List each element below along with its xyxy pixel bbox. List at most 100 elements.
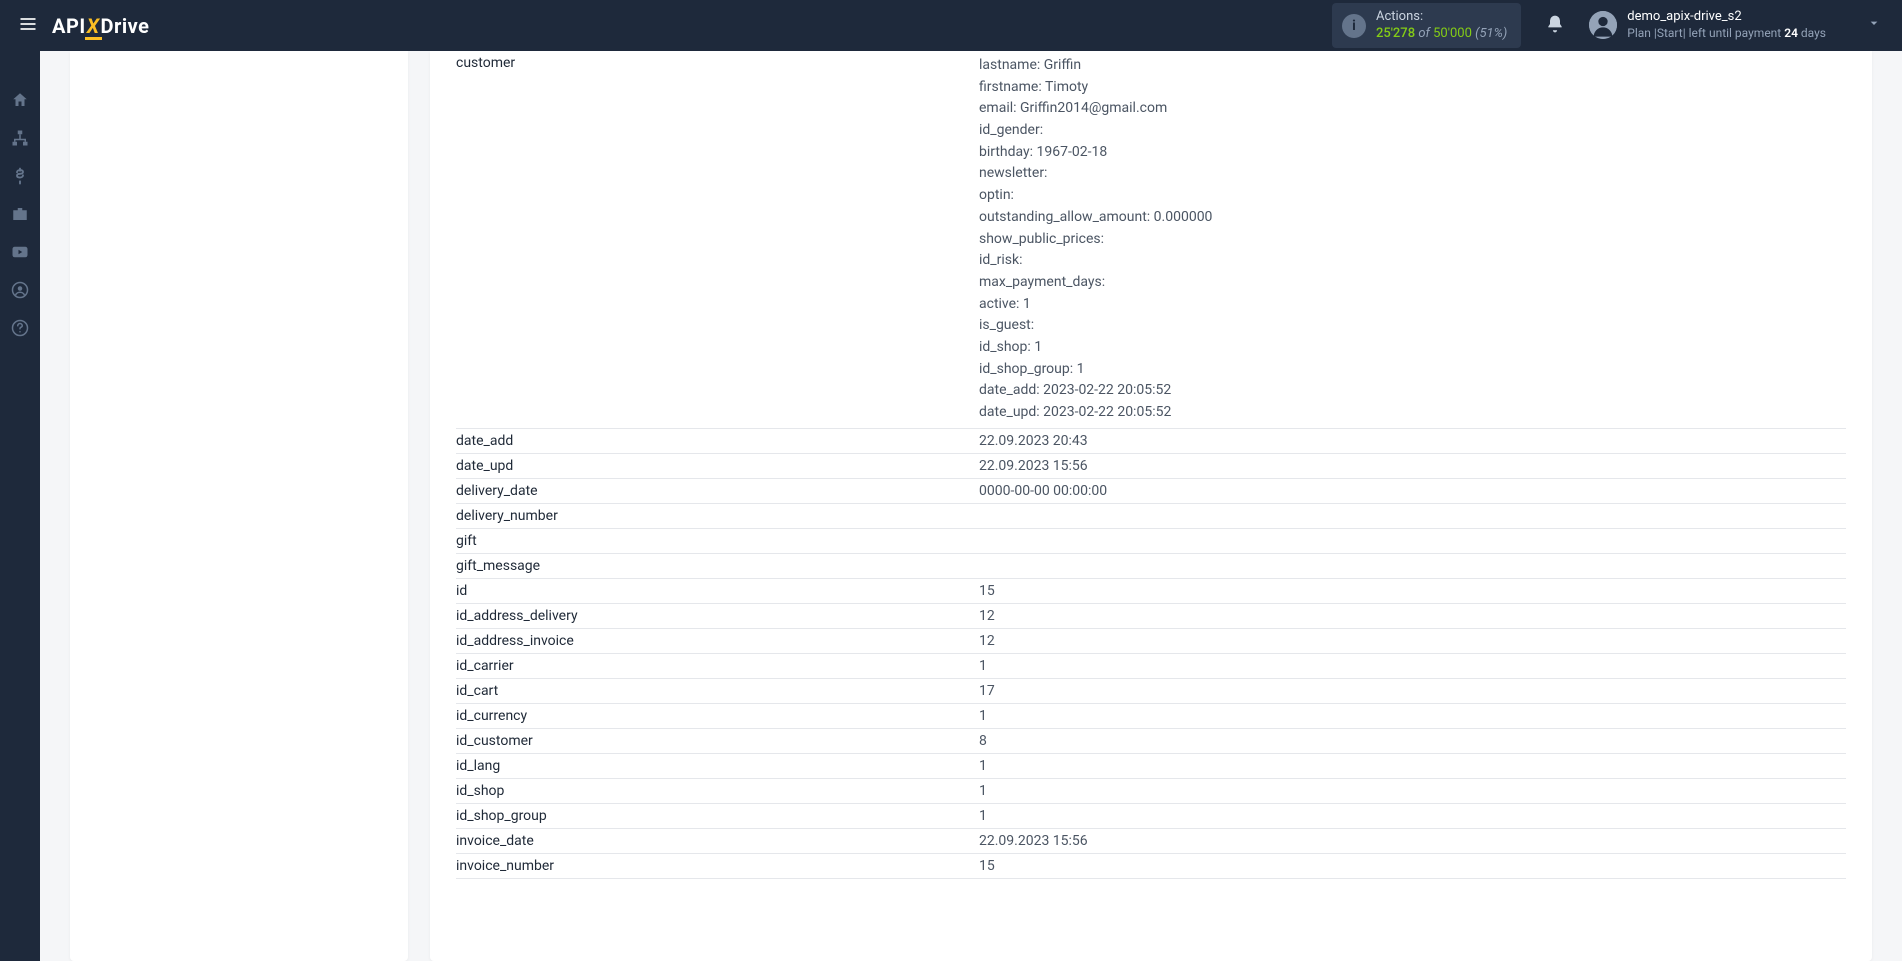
field-key: id_customer xyxy=(456,728,979,753)
info-icon: i xyxy=(1342,14,1366,38)
field-key: id_address_invoice xyxy=(456,628,979,653)
sidebar-item-video[interactable] xyxy=(0,233,40,271)
header: APIXDrive i Actions: 25'278 of 50'000 (5… xyxy=(0,0,1902,51)
field-key: id_shop xyxy=(456,778,979,803)
table-row: invoice_number15 xyxy=(456,853,1846,878)
field-value: 17 xyxy=(979,678,1846,703)
actions-box[interactable]: i Actions: 25'278 of 50'000 (51%) xyxy=(1332,3,1521,49)
table-row: date_add22.09.2023 20:43 xyxy=(456,428,1846,453)
question-icon xyxy=(11,319,29,337)
field-value: 1 xyxy=(979,703,1846,728)
actions-total: 50'000 xyxy=(1433,26,1472,41)
table-row: customerlastname: Griffin firstname: Tim… xyxy=(456,51,1846,428)
right-panel: customerlastname: Griffin firstname: Tim… xyxy=(430,51,1872,961)
field-value: 15 xyxy=(979,578,1846,603)
field-value: 1 xyxy=(979,803,1846,828)
customer-block: lastname: Griffin firstname: Timoty emai… xyxy=(979,55,1846,424)
table-row: delivery_number xyxy=(456,503,1846,528)
field-key: id_lang xyxy=(456,753,979,778)
field-key: gift xyxy=(456,528,979,553)
table-row: id_lang1 xyxy=(456,753,1846,778)
sidebar-item-help[interactable] xyxy=(0,309,40,347)
sitemap-icon xyxy=(11,129,29,147)
hamburger-icon xyxy=(18,14,38,34)
field-key: date_add xyxy=(456,428,979,453)
sidebar-item-home[interactable] xyxy=(0,81,40,119)
field-value xyxy=(979,553,1846,578)
field-value: 1 xyxy=(979,778,1846,803)
notifications-button[interactable] xyxy=(1537,6,1573,45)
actions-pct: (51%) xyxy=(1475,26,1507,41)
field-key: delivery_date xyxy=(456,478,979,503)
sidebar xyxy=(0,51,40,961)
field-key: gift_message xyxy=(456,553,979,578)
table-row: id_address_invoice12 xyxy=(456,628,1846,653)
table-row: invoice_date22.09.2023 15:56 xyxy=(456,828,1846,853)
dollar-icon xyxy=(11,167,29,185)
field-value: 22.09.2023 20:43 xyxy=(979,428,1846,453)
menu-button[interactable] xyxy=(12,8,44,43)
table-row: gift xyxy=(456,528,1846,553)
field-key: invoice_date xyxy=(456,828,979,853)
sidebar-item-account[interactable] xyxy=(0,271,40,309)
field-value: 12 xyxy=(979,628,1846,653)
user-name: demo_apix-drive_s2 xyxy=(1627,9,1826,26)
table-row: id_cart17 xyxy=(456,678,1846,703)
chevron-down-icon xyxy=(1866,15,1882,35)
table-row: id_carrier1 xyxy=(456,653,1846,678)
actions-label: Actions: xyxy=(1376,9,1507,26)
field-key: id xyxy=(456,578,979,603)
field-key: id_currency xyxy=(456,703,979,728)
user-menu[interactable]: demo_apix-drive_s2 Plan |Start| left unt… xyxy=(1581,5,1890,45)
youtube-icon xyxy=(11,243,29,261)
sidebar-item-billing[interactable] xyxy=(0,157,40,195)
field-key: customer xyxy=(456,51,979,428)
field-key: id_shop_group xyxy=(456,803,979,828)
field-value: 1 xyxy=(979,753,1846,778)
field-value: 8 xyxy=(979,728,1846,753)
table-row: id_address_delivery12 xyxy=(456,603,1846,628)
field-value xyxy=(979,503,1846,528)
user-circle-icon xyxy=(11,281,29,299)
field-value: 22.09.2023 15:56 xyxy=(979,828,1846,853)
table-row: id_shop1 xyxy=(456,778,1846,803)
bell-icon xyxy=(1545,14,1565,34)
briefcase-icon xyxy=(11,205,29,223)
field-key: id_carrier xyxy=(456,653,979,678)
table-row: id_currency1 xyxy=(456,703,1846,728)
field-key: delivery_number xyxy=(456,503,979,528)
table-row: gift_message xyxy=(456,553,1846,578)
user-plan: Plan |Start| left until payment 24 days xyxy=(1627,26,1826,42)
logo-drive: Drive xyxy=(101,14,150,38)
table-row: date_upd22.09.2023 15:56 xyxy=(456,453,1846,478)
logo-x: X xyxy=(87,14,100,38)
sidebar-item-connections[interactable] xyxy=(0,119,40,157)
logo-api: API xyxy=(52,14,86,38)
field-key: invoice_number xyxy=(456,853,979,878)
home-icon xyxy=(11,91,29,109)
table-row: id_shop_group1 xyxy=(456,803,1846,828)
left-panel xyxy=(70,51,408,961)
user-info: demo_apix-drive_s2 Plan |Start| left unt… xyxy=(1627,9,1826,41)
main: customerlastname: Griffin firstname: Tim… xyxy=(40,51,1902,961)
field-key: date_upd xyxy=(456,453,979,478)
field-value: lastname: Griffin firstname: Timoty emai… xyxy=(979,51,1846,428)
field-key: id_cart xyxy=(456,678,979,703)
actions-count: 25'278 xyxy=(1376,26,1415,41)
table-row: id_customer8 xyxy=(456,728,1846,753)
actions-text: Actions: 25'278 of 50'000 (51%) xyxy=(1376,9,1507,43)
actions-of: of xyxy=(1418,26,1433,41)
field-key: id_address_delivery xyxy=(456,603,979,628)
field-value: 22.09.2023 15:56 xyxy=(979,453,1846,478)
logo[interactable]: APIXDrive xyxy=(52,14,149,38)
sidebar-item-briefcase[interactable] xyxy=(0,195,40,233)
field-value xyxy=(979,528,1846,553)
user-avatar xyxy=(1589,11,1617,39)
table-row: delivery_date0000-00-00 00:00:00 xyxy=(456,478,1846,503)
data-table: customerlastname: Griffin firstname: Tim… xyxy=(456,51,1846,879)
field-value: 12 xyxy=(979,603,1846,628)
field-value: 15 xyxy=(979,853,1846,878)
user-icon xyxy=(1589,11,1617,39)
table-row: id15 xyxy=(456,578,1846,603)
field-value: 0000-00-00 00:00:00 xyxy=(979,478,1846,503)
